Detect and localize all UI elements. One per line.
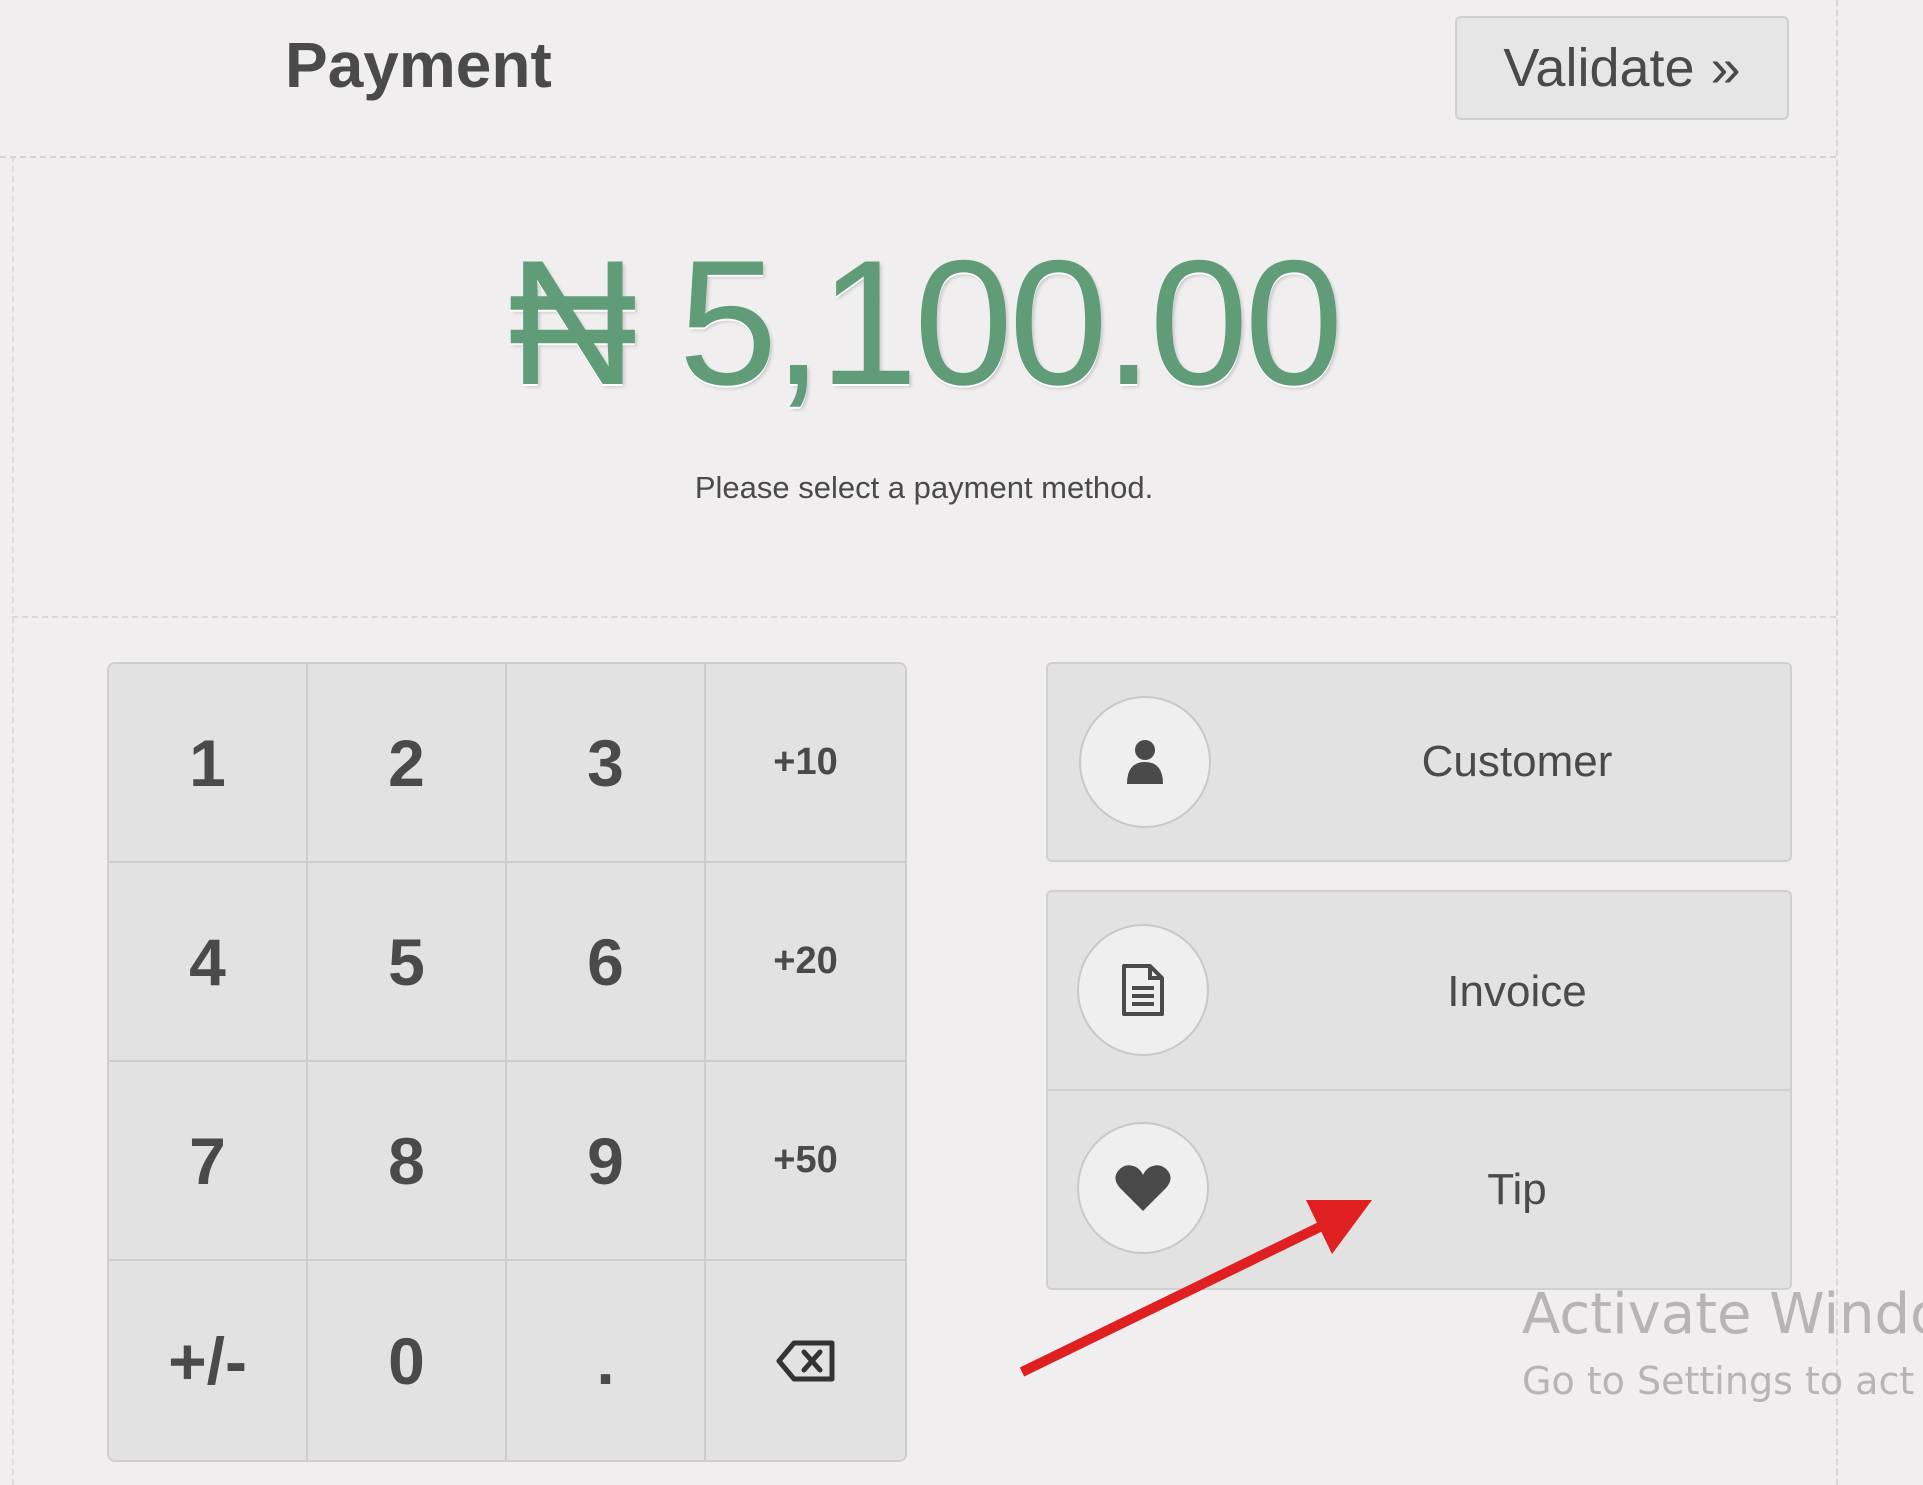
annotation-arrow [1019, 1200, 1372, 1377]
